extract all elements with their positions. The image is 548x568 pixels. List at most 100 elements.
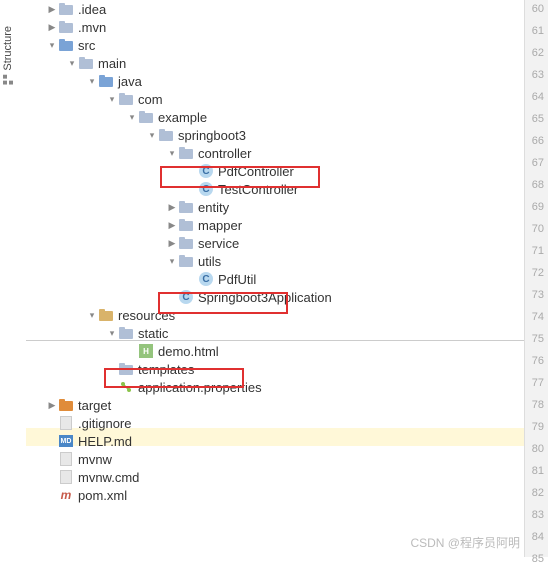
line-number: 82 bbox=[525, 484, 548, 502]
line-number: 74 bbox=[525, 308, 548, 326]
chevron-down-icon[interactable]: ▾ bbox=[86, 76, 98, 87]
chevron-down-icon[interactable]: ▾ bbox=[106, 94, 118, 105]
line-number: 70 bbox=[525, 220, 548, 238]
sidebar-structure-tab[interactable]: Structure bbox=[0, 20, 16, 91]
chevron-right-icon[interactable]: ▶ bbox=[46, 400, 58, 411]
chevron-down-icon[interactable]: ▾ bbox=[146, 130, 158, 141]
tree-node[interactable]: ▾com bbox=[26, 90, 524, 108]
tree-node[interactable]: .gitignore bbox=[26, 414, 524, 432]
tree-node[interactable]: ▶.idea bbox=[26, 0, 524, 18]
chevron-right-icon[interactable]: ▶ bbox=[166, 202, 178, 213]
line-number: 65 bbox=[525, 110, 548, 128]
folder-icon bbox=[158, 127, 174, 143]
line-number: 77 bbox=[525, 374, 548, 392]
chevron-right-icon[interactable]: ▶ bbox=[46, 4, 58, 15]
tree-node[interactable]: CPdfController bbox=[26, 162, 524, 180]
tree-node[interactable]: ▶target bbox=[26, 396, 524, 414]
java-class-icon: C bbox=[198, 163, 214, 179]
tree-node[interactable]: CSpringboot3Application bbox=[26, 288, 524, 306]
line-number: 80 bbox=[525, 440, 548, 458]
tree-node[interactable]: application.properties bbox=[26, 378, 524, 396]
chevron-down-icon[interactable]: ▾ bbox=[106, 328, 118, 339]
line-number: 67 bbox=[525, 154, 548, 172]
folder-icon bbox=[178, 145, 194, 161]
tree-node[interactable]: CPdfUtil bbox=[26, 270, 524, 288]
chevron-down-icon[interactable]: ▾ bbox=[46, 40, 58, 51]
chevron-down-icon[interactable]: ▾ bbox=[86, 310, 98, 321]
chevron-right-icon[interactable]: ▶ bbox=[166, 238, 178, 249]
line-number: 81 bbox=[525, 462, 548, 480]
tree-node[interactable]: ▾springboot3 bbox=[26, 126, 524, 144]
line-number: 79 bbox=[525, 418, 548, 436]
tree-node[interactable]: ▾controller bbox=[26, 144, 524, 162]
tree-node[interactable]: ▾resources bbox=[26, 306, 524, 324]
line-number: 63 bbox=[525, 66, 548, 84]
folder-icon bbox=[178, 217, 194, 233]
file-icon bbox=[58, 451, 74, 467]
line-number: 64 bbox=[525, 88, 548, 106]
line-number: 62 bbox=[525, 44, 548, 62]
java-class-icon: C bbox=[198, 181, 214, 197]
line-number: 85 bbox=[525, 550, 548, 568]
line-number: 83 bbox=[525, 506, 548, 524]
line-number-gutter: 60 61 62 63 64 65 66 67 68 69 70 71 72 7… bbox=[524, 0, 548, 557]
folder-icon bbox=[178, 253, 194, 269]
folder-icon bbox=[58, 1, 74, 17]
tree-node[interactable]: ▾example bbox=[26, 108, 524, 126]
structure-label: Structure bbox=[2, 26, 14, 71]
java-class-icon: C bbox=[178, 289, 194, 305]
tree-node[interactable]: templates bbox=[26, 360, 524, 378]
tree-node[interactable]: Hdemo.html bbox=[26, 342, 524, 360]
tree-node[interactable]: ▾utils bbox=[26, 252, 524, 270]
tree-node[interactable]: MDHELP.md bbox=[26, 432, 524, 450]
line-number: 71 bbox=[525, 242, 548, 260]
folder-icon bbox=[98, 307, 114, 323]
tree-node[interactable]: ▶mapper bbox=[26, 216, 524, 234]
line-number: 75 bbox=[525, 330, 548, 348]
folder-icon bbox=[58, 19, 74, 35]
chevron-down-icon[interactable]: ▾ bbox=[66, 58, 78, 69]
folder-icon bbox=[178, 235, 194, 251]
folder-icon bbox=[98, 73, 114, 89]
line-number: 68 bbox=[525, 176, 548, 194]
chevron-down-icon[interactable]: ▾ bbox=[166, 148, 178, 159]
folder-icon bbox=[138, 109, 154, 125]
tree-node[interactable]: ▾main bbox=[26, 54, 524, 72]
folder-icon bbox=[178, 199, 194, 215]
folder-icon bbox=[118, 325, 134, 341]
folder-icon bbox=[58, 397, 74, 413]
chevron-down-icon[interactable]: ▾ bbox=[126, 112, 138, 123]
markdown-file-icon: MD bbox=[58, 433, 74, 449]
properties-file-icon bbox=[118, 379, 134, 395]
chevron-right-icon[interactable]: ▶ bbox=[166, 220, 178, 231]
maven-file-icon: m bbox=[58, 487, 74, 503]
chevron-down-icon[interactable]: ▾ bbox=[166, 256, 178, 267]
file-icon bbox=[58, 415, 74, 431]
folder-icon bbox=[118, 91, 134, 107]
tree-node[interactable]: ▾src bbox=[26, 36, 524, 54]
java-class-icon: C bbox=[198, 271, 214, 287]
tree-node[interactable]: mpom.xml bbox=[26, 486, 524, 504]
line-number: 76 bbox=[525, 352, 548, 370]
line-number: 72 bbox=[525, 264, 548, 282]
tree-node[interactable]: ▾java bbox=[26, 72, 524, 90]
line-number: 61 bbox=[525, 22, 548, 40]
folder-icon bbox=[58, 37, 74, 53]
chevron-right-icon[interactable]: ▶ bbox=[46, 22, 58, 33]
tree-node[interactable]: ▶entity bbox=[26, 198, 524, 216]
folder-icon bbox=[78, 55, 94, 71]
file-icon bbox=[58, 469, 74, 485]
tree-node[interactable]: CTestController bbox=[26, 180, 524, 198]
divider-line bbox=[26, 340, 524, 341]
line-number: 78 bbox=[525, 396, 548, 414]
tree-node[interactable]: mvnw bbox=[26, 450, 524, 468]
line-number: 60 bbox=[525, 0, 548, 18]
tree-node[interactable]: mvnw.cmd bbox=[26, 468, 524, 486]
line-number: 73 bbox=[525, 286, 548, 304]
html-file-icon: H bbox=[138, 343, 154, 359]
project-tree[interactable]: ▶.idea ▶.mvn ▾src ▾main ▾java ▾com ▾exam… bbox=[26, 0, 524, 557]
structure-icon bbox=[3, 75, 13, 85]
tree-node[interactable]: ▶service bbox=[26, 234, 524, 252]
tree-node[interactable]: ▶.mvn bbox=[26, 18, 524, 36]
line-number: 69 bbox=[525, 198, 548, 216]
